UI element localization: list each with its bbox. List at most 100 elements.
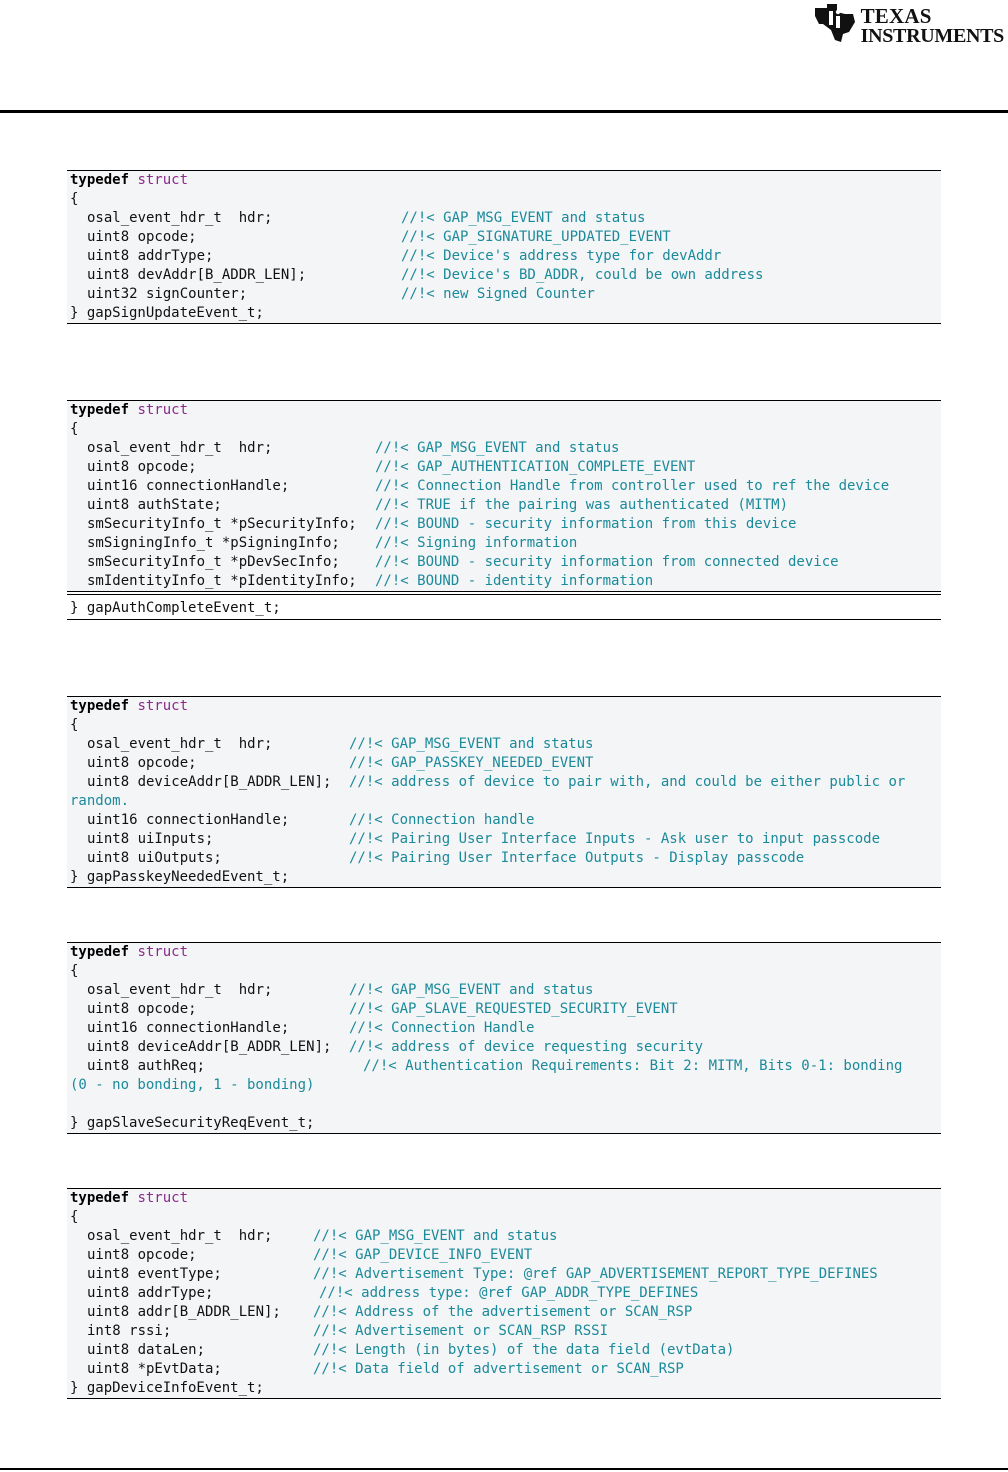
field-comment: //!< Connection handle	[349, 812, 535, 828]
field-declaration: osal_event_hdr_t hdr;	[87, 210, 273, 226]
field-comment: //!< BOUND - security information from t…	[375, 516, 797, 532]
code-line-closing: } gapSignUpdateEvent_t;	[70, 305, 264, 321]
code-line-field: osal_event_hdr_t hdr; //!< GAP_MSG_EVENT …	[67, 735, 941, 754]
field-declaration: osal_event_hdr_t hdr;	[87, 982, 273, 998]
code-line-field: osal_event_hdr_t hdr; //!< GAP_MSG_EVENT …	[67, 439, 941, 458]
code-line-field: smSecurityInfo_t *pDevSecInfo; //!< BOUND…	[67, 553, 941, 572]
code-line-typedef: typedef struct	[67, 697, 941, 716]
code-line-field: osal_event_hdr_t hdr; //!< GAP_MSG_EVENT …	[67, 1227, 941, 1246]
field-comment: //!< GAP_SIGNATURE_UPDATED_EVENT	[401, 229, 671, 245]
field-comment: //!< Connection Handle	[349, 1020, 535, 1036]
field-declaration: uint8 deviceAddr[B_ADDR_LEN];	[87, 774, 332, 790]
field-comment: //!< Address of the advertisement or SCA…	[313, 1304, 693, 1320]
code-line-field: (0 - no bonding, 1 - bonding)	[67, 1076, 941, 1095]
code-block: typedef struct{osal_event_hdr_t hdr;//!<…	[67, 942, 941, 1134]
code-line-field: random.	[67, 792, 941, 811]
field-declaration: osal_event_hdr_t hdr;	[87, 440, 273, 456]
code-line-field: smIdentityInfo_t *pIdentityInfo; //!< BOU…	[67, 572, 941, 591]
code-line-field: uint8 opcode; //!< GAP_SLAVE_REQUESTED_SE…	[67, 1000, 941, 1019]
header-rule	[0, 110, 1008, 113]
code-line-field: uint16 connectionHandle; //!< Connection …	[67, 477, 941, 496]
field-comment: //!< Data field of advertisement or SCAN…	[313, 1361, 684, 1377]
keyword-struct: struct	[137, 172, 189, 188]
texas-state-icon	[814, 4, 855, 42]
field-comment: //!< Authentication Requirements: Bit 2:…	[363, 1058, 903, 1074]
field-comment: //!< address type: @ref GAP_ADDR_TYPE_DE…	[319, 1285, 699, 1301]
code-line-field: uint8 dataLen; //!< Length (in bytes) of …	[67, 1341, 941, 1360]
ti-logo: TEXAS INSTRUMENTS	[813, 2, 1004, 46]
code-line-typedef: typedef struct	[67, 1189, 941, 1208]
field-comment: //!< address of device to pair with, and…	[349, 774, 906, 790]
field-declaration: uint8 opcode;	[87, 755, 197, 771]
keyword-struct: struct	[137, 1190, 189, 1206]
code-line-field: uint8 addrType; //!< address type: @ref G…	[67, 1284, 941, 1303]
field-comment: //!< GAP_MSG_EVENT and status	[349, 982, 594, 998]
code-line-brace: {	[70, 717, 79, 733]
field-declaration: uint8 eventType;	[87, 1266, 222, 1282]
code-line-field: uint8 opcode; //!< GAP_DEVICE_INFO_EVENT	[67, 1246, 941, 1265]
field-declaration: osal_event_hdr_t hdr;	[87, 1228, 273, 1244]
field-comment: //!< Device's BD_ADDR, could be own addr…	[401, 267, 764, 283]
code-line-closing: } gapSlaveSecurityReqEvent_t;	[70, 1115, 315, 1131]
field-declaration: uint8 addrType;	[87, 1285, 214, 1301]
field-comment: //!< GAP_AUTHENTICATION_COMPLETE_EVENT	[375, 459, 696, 475]
field-declaration: uint8 addr[B_ADDR_LEN];	[87, 1304, 281, 1320]
code-line-closing: } gapPasskeyNeededEvent_t;	[70, 869, 290, 885]
code-line-typedef: typedef struct	[67, 401, 941, 420]
field-declaration: int8 rssi;	[87, 1323, 172, 1339]
code-line-field: uint8 opcode; //!< GAP_PASSKEY_NEEDED_EVE…	[67, 754, 941, 773]
field-comment: //!< GAP_SLAVE_REQUESTED_SECURITY_EVENT	[349, 1001, 678, 1017]
code-line-brace: {	[70, 1209, 79, 1225]
code-line-field: uint8 opcode; //!< GAP_AUTHENTICATION_COM…	[67, 458, 941, 477]
keyword-typedef: typedef	[70, 944, 130, 960]
field-comment: //!< TRUE if the pairing was authenticat…	[375, 497, 789, 513]
field-comment: //!< Pairing User Interface Inputs - Ask…	[349, 831, 881, 847]
code-line-field: smSecurityInfo_t *pSecurityInfo; //!< BOU…	[67, 515, 941, 534]
keyword-typedef: typedef	[70, 1190, 130, 1206]
field-declaration: uint8 devAddr[B_ADDR_LEN];	[87, 267, 307, 283]
field-comment: //!< Advertisement or SCAN_RSP RSSI	[313, 1323, 609, 1339]
keyword-typedef: typedef	[70, 402, 130, 418]
code-line-typedef: typedef struct	[67, 943, 941, 962]
field-comment: //!< GAP_MSG_EVENT and status	[313, 1228, 558, 1244]
code-line-field: uint8 devAddr[B_ADDR_LEN]; //!< Device's …	[67, 266, 941, 285]
field-declaration: uint8 deviceAddr[B_ADDR_LEN];	[87, 1039, 332, 1055]
code-line-field: uint16 connectionHandle; //!< Connection …	[67, 811, 941, 830]
field-declaration: uint16 connectionHandle;	[87, 478, 290, 494]
field-declaration: uint8 authState;	[87, 497, 222, 513]
field-declaration: smSecurityInfo_t *pDevSecInfo;	[87, 554, 340, 570]
code-line-field: osal_event_hdr_t hdr; //!< GAP_MSG_EVENT …	[67, 981, 941, 1000]
field-declaration: osal_event_hdr_t hdr;	[87, 736, 273, 752]
field-declaration: uint16 connectionHandle;	[87, 812, 290, 828]
field-comment: //!< BOUND - security information from c…	[375, 554, 839, 570]
field-declaration: uint8 dataLen;	[87, 1342, 206, 1358]
field-comment: //!< GAP_MSG_EVENT and status	[349, 736, 594, 752]
code-line-field: uint8 addr[B_ADDR_LEN]; //!< Address of t…	[67, 1303, 941, 1322]
code-line-field: uint32 signCounter; //!< new Signed Count…	[67, 285, 941, 304]
field-comment: //!< GAP_PASSKEY_NEEDED_EVENT	[349, 755, 594, 771]
code-line-field: uint8 *pEvtData; //!< Data field of adver…	[67, 1360, 941, 1379]
field-declaration: smSecurityInfo_t *pSecurityInfo;	[87, 516, 357, 532]
field-declaration: smSigningInfo_t *pSigningInfo;	[87, 535, 340, 551]
code-line-closing: } gapAuthCompleteEvent_t;	[67, 595, 941, 619]
keyword-struct: struct	[137, 944, 189, 960]
logo-line-1: TEXAS	[860, 4, 932, 28]
field-comment: //!< GAP_MSG_EVENT and status	[401, 210, 646, 226]
field-comment: //!< GAP_MSG_EVENT and status	[375, 440, 620, 456]
code-block: typedef struct{ osal_event_hdr_t hdr; //!<…	[67, 400, 941, 620]
keyword-typedef: typedef	[70, 172, 130, 188]
field-comment: //!< Signing information	[375, 535, 578, 551]
code-line-field: uint8 deviceAddr[B_ADDR_LEN]; //!< addres…	[67, 1038, 941, 1057]
code-line-field: uint8 authReq; //!< Authentication Requir…	[67, 1057, 941, 1076]
field-declaration: uint8 *pEvtData;	[87, 1361, 222, 1377]
field-comment: //!< Length (in bytes) of the data field…	[313, 1342, 735, 1358]
code-block: typedef struct{osal_event_hdr_t hdr;//!<…	[67, 170, 941, 324]
code-line-closing: } gapDeviceInfoEvent_t;	[70, 1380, 264, 1396]
keyword-typedef: typedef	[70, 698, 130, 714]
comment-continuation: random.	[70, 793, 130, 809]
field-comment: //!< new Signed Counter	[401, 286, 595, 302]
code-block: typedef struct{osal_event_hdr_t hdr;//!<…	[67, 696, 941, 888]
keyword-struct: struct	[137, 698, 189, 714]
field-declaration: uint32 signCounter;	[87, 286, 248, 302]
code-line-brace: {	[70, 421, 79, 437]
